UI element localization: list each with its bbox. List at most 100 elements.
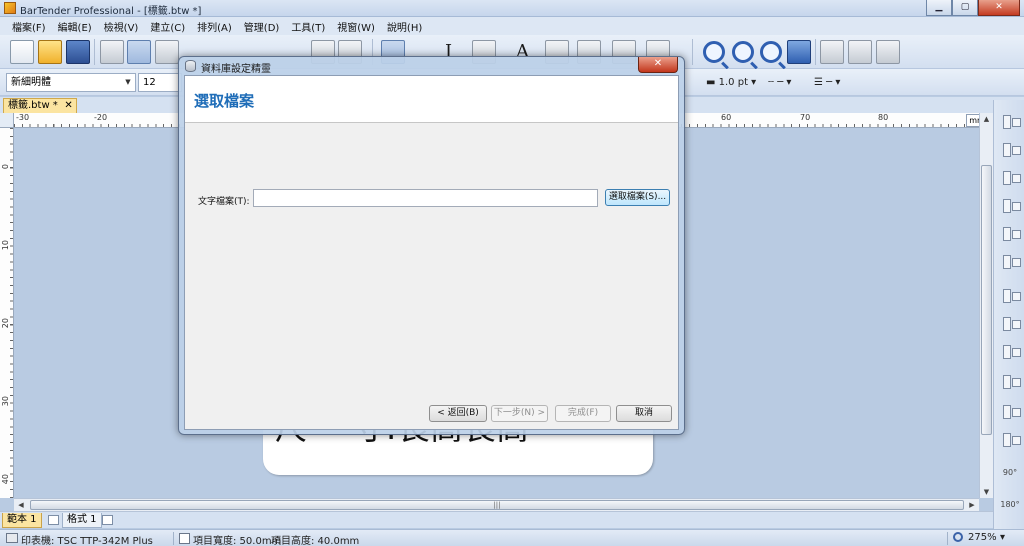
center-page-h-icon[interactable] bbox=[998, 340, 1022, 362]
ruler-tick: 40 bbox=[1, 474, 10, 485]
align-bottom-icon[interactable] bbox=[998, 194, 1022, 216]
status-zoom[interactable]: 275% bbox=[968, 532, 997, 543]
chevron-down-icon: ▼ bbox=[125, 78, 131, 86]
ruler-tick: 30 bbox=[1, 396, 10, 407]
finish-button[interactable]: 完成(F) bbox=[555, 405, 611, 422]
zoom-out-icon[interactable] bbox=[732, 41, 754, 63]
ruler-tick: 80 bbox=[878, 113, 889, 122]
new-document-icon[interactable] bbox=[10, 40, 34, 64]
distribute-h-icon[interactable] bbox=[998, 284, 1022, 306]
scroll-up-icon[interactable]: ▲ bbox=[980, 113, 993, 125]
maximize-button[interactable]: ▢ bbox=[952, 0, 978, 16]
same-width-icon[interactable] bbox=[998, 400, 1022, 422]
cancel-button[interactable]: 取消 bbox=[616, 405, 672, 422]
font-name-select[interactable]: 新細明體 ▼ bbox=[6, 73, 136, 92]
ruler-corner bbox=[0, 113, 14, 128]
ruler-tick: 0 bbox=[1, 164, 10, 170]
menu-bar: 檔案(F) 編輯(E) 檢視(V) 建立(C) 排列(A) 管理(D) 工具(T… bbox=[0, 17, 1024, 35]
back-button[interactable]: < 返回(B) bbox=[429, 405, 487, 422]
fill-select[interactable]: ☰ ─ ▾ bbox=[814, 74, 840, 92]
line-style-icon: ┄ ─ ▾ bbox=[768, 77, 792, 88]
zoom-dropdown-icon[interactable]: ▾ bbox=[1000, 532, 1005, 543]
status-item-height: 項目高度: 40.0mm bbox=[271, 536, 360, 546]
menu-view[interactable]: 檢視(V) bbox=[98, 19, 145, 34]
menu-arrange[interactable]: 排列(A) bbox=[191, 19, 238, 34]
page-setup-icon[interactable] bbox=[100, 40, 124, 64]
dialog-titlebar: 資料庫設定精靈 ✕ bbox=[179, 57, 684, 75]
menu-help[interactable]: 說明(H) bbox=[381, 19, 428, 34]
vertical-scrollbar[interactable]: ▲ ▼ bbox=[979, 113, 993, 498]
document-tab[interactable]: 標籤.btw * ✕ bbox=[3, 98, 77, 113]
bartender-app-icon bbox=[4, 2, 16, 14]
rotate-90-button[interactable]: 90° bbox=[998, 468, 1022, 477]
window-title: BarTender Professional - [標籤.btw *] bbox=[20, 6, 202, 17]
template-page-icon[interactable] bbox=[48, 515, 59, 525]
database-setup-icon[interactable] bbox=[127, 40, 151, 64]
scroll-right-icon[interactable]: ▶ bbox=[965, 499, 979, 511]
print-icon[interactable] bbox=[155, 40, 179, 64]
page-tabs: 範本 1 格式 1 bbox=[0, 511, 993, 528]
window-titlebar: BarTender Professional - [標籤.btw *] ▁ ▢ … bbox=[0, 0, 1024, 17]
close-button[interactable]: ✕ bbox=[978, 0, 1020, 16]
line-width-select[interactable]: ▬ 1.0 pt ▾ bbox=[706, 74, 756, 92]
ruler-tick: -20 bbox=[94, 113, 108, 122]
vertical-scroll-thumb[interactable] bbox=[981, 165, 992, 435]
same-height-icon[interactable] bbox=[998, 428, 1022, 450]
menu-tools[interactable]: 工具(T) bbox=[285, 19, 331, 34]
grid-icon[interactable] bbox=[876, 40, 900, 64]
scroll-left-icon[interactable]: ◀ bbox=[14, 499, 28, 511]
snap-icon[interactable] bbox=[848, 40, 872, 64]
menu-create[interactable]: 建立(C) bbox=[144, 19, 191, 34]
close-tab-icon[interactable]: ✕ bbox=[64, 99, 72, 112]
font-size-select[interactable]: 12 bbox=[138, 73, 182, 92]
ruler-tick: 20 bbox=[1, 318, 10, 329]
fill-style-icon: ☰ ─ ▾ bbox=[814, 77, 841, 88]
text-file-label: 文字檔案(T): bbox=[198, 197, 250, 207]
line-width-icon: ▬ bbox=[706, 77, 719, 88]
dialog-close-button[interactable]: ✕ bbox=[638, 57, 678, 73]
dialog-header: 選取檔案 bbox=[185, 76, 678, 123]
font-name-value: 新細明體 bbox=[11, 77, 51, 88]
align-center-h-icon[interactable] bbox=[998, 222, 1022, 244]
center-page-v-icon[interactable] bbox=[998, 370, 1022, 392]
text-file-input[interactable] bbox=[253, 189, 598, 207]
align-right-icon[interactable] bbox=[998, 138, 1022, 160]
open-folder-icon[interactable] bbox=[38, 40, 62, 64]
ruler-tick: -30 bbox=[16, 113, 30, 122]
ruler-tick: 10 bbox=[1, 240, 10, 251]
status-bar: 印表機: TSC TTP-342M Plus 項目寬度: 50.0mm 項目高度… bbox=[0, 529, 1024, 546]
dialog-body: 選取檔案 文字檔案(T): 選取檔案(S)... < 返回(B) 下一步(N) … bbox=[184, 75, 679, 430]
horizontal-scrollbar[interactable]: ◀ ||| ▶ bbox=[14, 498, 979, 511]
menu-window[interactable]: 視窗(W) bbox=[331, 19, 381, 34]
tab-template[interactable]: 範本 1 bbox=[2, 513, 42, 528]
form-page-icon[interactable] bbox=[102, 515, 113, 525]
zoom-icon bbox=[953, 532, 963, 542]
printer-icon bbox=[6, 533, 18, 543]
menu-manage[interactable]: 管理(D) bbox=[238, 19, 286, 34]
align-top-icon[interactable] bbox=[998, 166, 1022, 188]
document-tab-label: 標籤.btw * bbox=[8, 100, 58, 111]
menu-edit[interactable]: 編輯(E) bbox=[52, 19, 98, 34]
zoom-in-icon[interactable] bbox=[703, 41, 725, 63]
save-icon[interactable] bbox=[66, 40, 90, 64]
rotate-180-button[interactable]: 180° bbox=[998, 500, 1022, 509]
horizontal-scroll-thumb[interactable]: ||| bbox=[30, 500, 964, 510]
minimize-button[interactable]: ▁ bbox=[926, 0, 952, 16]
scroll-down-icon[interactable]: ▼ bbox=[980, 486, 993, 498]
window-controls: ▁ ▢ ✕ bbox=[926, 0, 1020, 16]
distribute-v-icon[interactable] bbox=[998, 312, 1022, 334]
ruler-toggle-icon[interactable] bbox=[820, 40, 844, 64]
dialog-heading: 選取檔案 bbox=[194, 92, 255, 110]
dialog-title: 資料庫設定精靈 bbox=[201, 64, 271, 75]
next-button[interactable]: 下一步(N) > bbox=[491, 405, 548, 422]
zoom-whole-page-icon[interactable] bbox=[787, 40, 811, 64]
menu-file[interactable]: 檔案(F) bbox=[6, 19, 52, 34]
line-width-value: 1.0 pt bbox=[718, 77, 748, 88]
tab-form[interactable]: 格式 1 bbox=[62, 513, 102, 528]
vertical-ruler: 0 10 20 30 40 bbox=[0, 128, 14, 498]
align-left-icon[interactable] bbox=[998, 110, 1022, 132]
zoom-fit-icon[interactable] bbox=[760, 41, 782, 63]
browse-file-button[interactable]: 選取檔案(S)... bbox=[605, 189, 670, 206]
line-style-select[interactable]: ┄ ─ ▾ bbox=[768, 74, 791, 92]
align-center-v-icon[interactable] bbox=[998, 250, 1022, 272]
